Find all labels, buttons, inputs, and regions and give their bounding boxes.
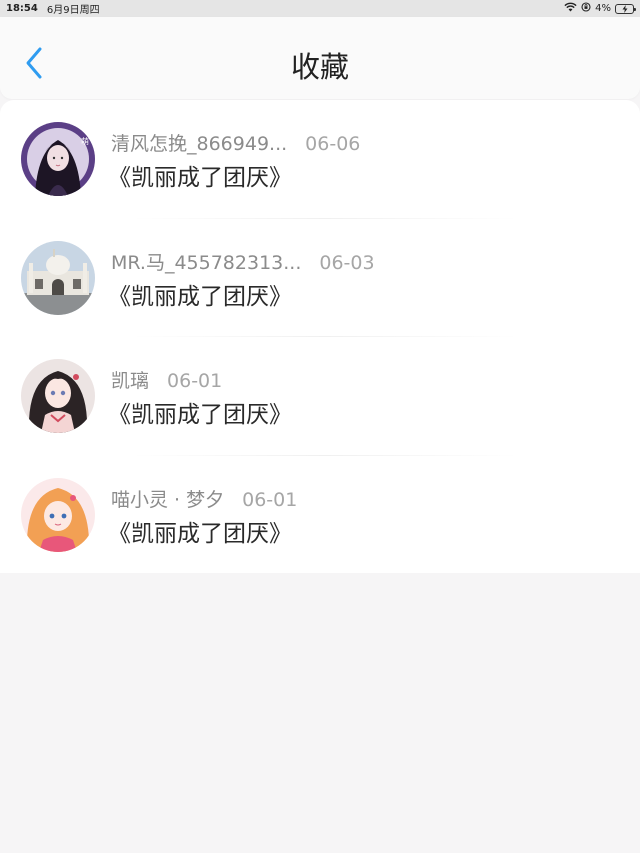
author-name[interactable]: 凯璃 (111, 366, 149, 393)
status-time: 18:54 (6, 3, 38, 14)
battery-percent: 4% (595, 3, 611, 14)
author-name[interactable]: 清风怎挽_866949... (111, 129, 287, 156)
author-name[interactable]: MR.马_455782313... (111, 248, 301, 275)
avatar[interactable]: 萌 (21, 122, 95, 196)
status-date: 6月9日周四 (46, 5, 100, 16)
list-item[interactable]: 凯璃 06-01 《凯丽成了团厌》 (0, 337, 640, 456)
svg-text:萌: 萌 (81, 136, 89, 146)
item-title[interactable]: 《凯丽成了团厌》 (108, 277, 292, 311)
item-meta: 清风怎挽_866949... 06-06 (111, 129, 360, 156)
list-item[interactable]: 萌 清风怎挽_866949... 06-06 《凯丽成了团厌》 (0, 100, 640, 219)
battery-charging-icon (615, 3, 636, 14)
avatar[interactable] (21, 359, 95, 433)
item-date: 06-06 (305, 133, 361, 155)
item-date: 06-01 (167, 370, 223, 392)
item-title[interactable]: 《凯丽成了团厌》 (108, 395, 292, 429)
list-item[interactable]: MR.马_455782313... 06-03 《凯丽成了团厌》 (0, 219, 640, 337)
avatar[interactable] (21, 240, 95, 315)
author-name[interactable]: 喵小灵 · 梦夕 (111, 485, 224, 512)
item-meta: MR.马_455782313... 06-03 (111, 248, 375, 275)
page-title: 收藏 (290, 50, 349, 84)
wifi-icon (564, 2, 577, 15)
item-date: 06-03 (319, 251, 375, 274)
list-item[interactable]: 喵小灵 · 梦夕 06-01 《凯丽成了团厌》 (0, 456, 640, 575)
orientation-lock-icon (581, 2, 591, 15)
favorites-list: 萌 清风怎挽_866949... 06-06 《凯丽成了团厌》 MR.马_455… (0, 100, 640, 573)
item-meta: 凯璃 06-01 (111, 366, 222, 393)
item-title[interactable]: 《凯丽成了团厌》 (108, 158, 292, 192)
item-meta: 喵小灵 · 梦夕 06-01 (111, 485, 297, 512)
avatar[interactable] (21, 477, 95, 552)
item-title[interactable]: 《凯丽成了团厌》 (108, 514, 292, 548)
nav-bar: 收藏 (0, 17, 640, 99)
status-bar: 18:54 6月9日周四 4% (0, 0, 640, 17)
item-date: 06-01 (242, 488, 298, 511)
